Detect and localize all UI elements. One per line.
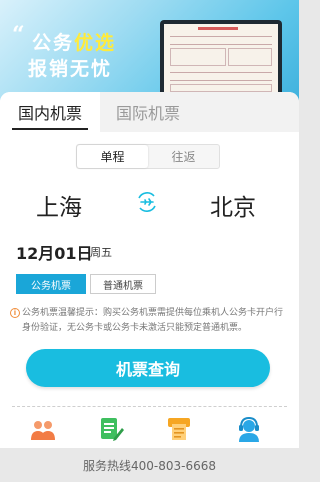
info-icon: i xyxy=(10,308,20,318)
trip-oneway-option[interactable]: 单程 xyxy=(77,145,148,168)
normal-ticket-option[interactable]: 普通机票 xyxy=(90,274,156,294)
arrival-city[interactable]: 北京 xyxy=(210,188,256,222)
service-icon-row xyxy=(0,416,299,442)
invoice-illustration xyxy=(164,24,278,96)
swap-plane-icon[interactable] xyxy=(136,191,158,213)
departure-date[interactable]: 12月01日 xyxy=(16,240,93,264)
tab-international[interactable]: 国际机票 xyxy=(100,92,299,132)
departure-weekday: 周五 xyxy=(90,246,112,259)
quote-mark: “ xyxy=(12,22,25,48)
monitor-illustration xyxy=(160,20,282,112)
notice-text: 公务机票温馨提示：购买公务机票需提供每位乘机人公务卡开户行身份验证，无公务卡或公… xyxy=(22,308,284,333)
customer-service-icon[interactable] xyxy=(236,416,262,442)
printer-icon[interactable] xyxy=(166,416,192,442)
departure-city[interactable]: 上海 xyxy=(36,188,82,222)
official-ticket-option[interactable]: 公务机票 xyxy=(16,274,86,294)
service-hotline[interactable]: 服务热线400-803-6668 xyxy=(0,448,299,482)
banner-line-1: 公务优选 xyxy=(32,32,117,54)
ticket-tabs: 国内机票 国际机票 xyxy=(0,92,299,132)
ticket-search-card: 国内机票 国际机票 单程 往返 上海 北京 12月01日 周五 公务机票 普通机… xyxy=(0,92,299,448)
document-pen-icon[interactable] xyxy=(98,416,124,442)
banner-line-2: 报销无忧 xyxy=(28,58,113,80)
official-ticket-notice: i 公务机票温馨提示：购买公务机票需提供每位乘机人公务卡开户行身份验证，无公务卡… xyxy=(10,306,290,336)
search-flights-button[interactable]: 机票查询 xyxy=(26,349,270,387)
tab-domestic[interactable]: 国内机票 xyxy=(0,92,100,132)
dashed-divider xyxy=(12,406,287,407)
trip-round-option[interactable]: 往返 xyxy=(148,145,219,168)
trip-type-toggle: 单程 往返 xyxy=(76,144,220,169)
people-icon[interactable] xyxy=(30,416,56,442)
ticket-type-selector: 公务机票 普通机票 xyxy=(16,274,156,294)
